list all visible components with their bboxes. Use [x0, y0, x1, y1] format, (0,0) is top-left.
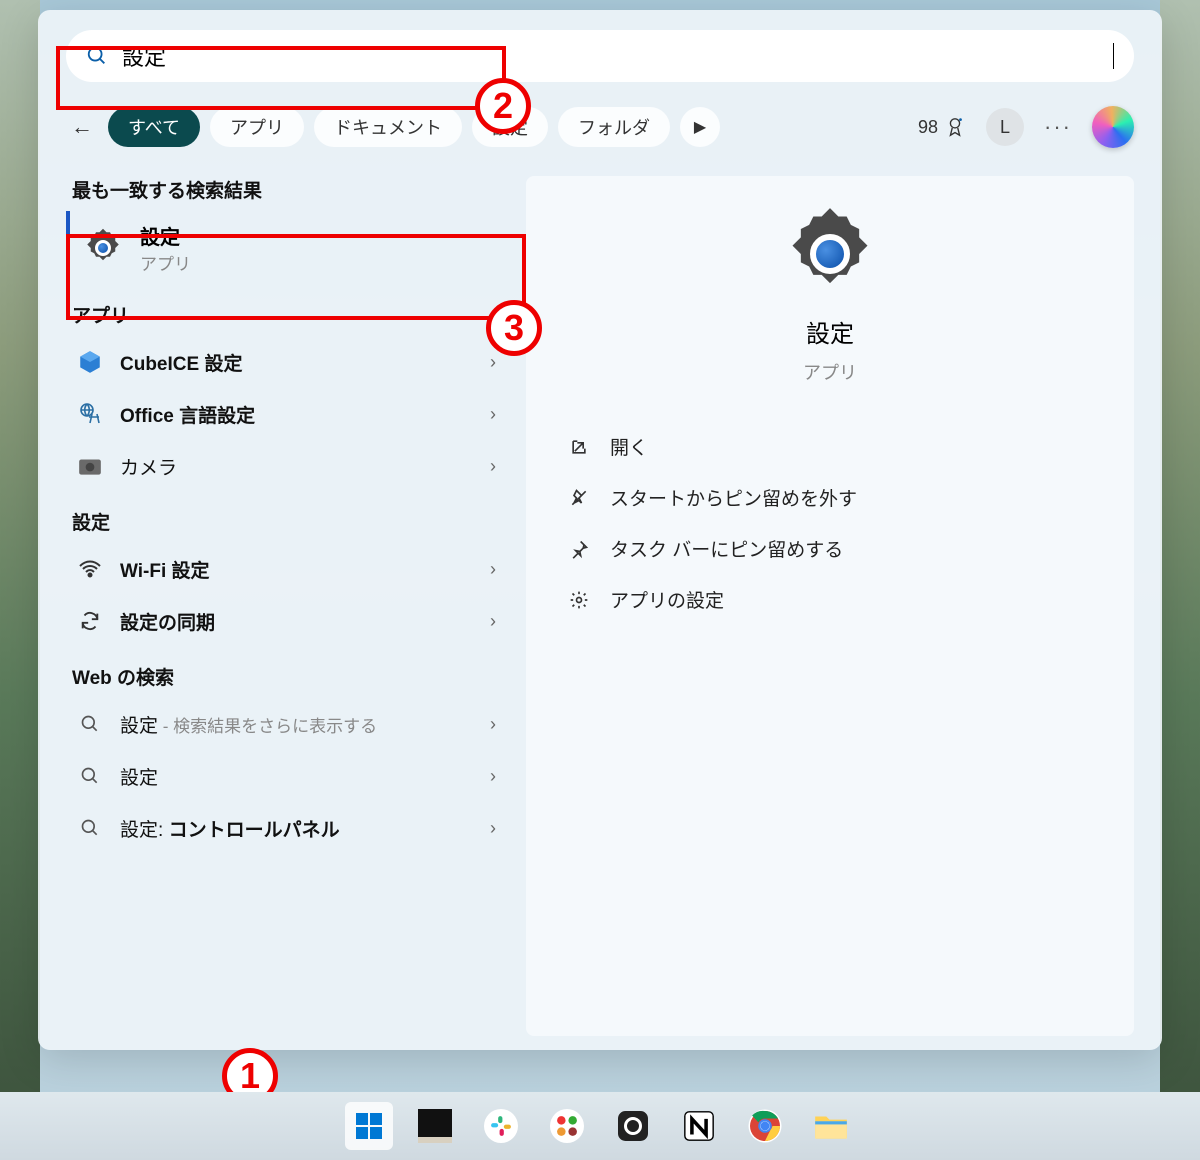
web-result-more[interactable]: 設定 - 検索結果をさらに表示する ›	[66, 698, 506, 750]
section-settings: 設定	[72, 508, 506, 535]
taskbar-chrome[interactable]	[741, 1102, 789, 1150]
back-button[interactable]: ←	[66, 111, 98, 143]
chevron-right-icon: ›	[490, 456, 496, 477]
search-box[interactable]: 設定	[66, 30, 1134, 82]
start-search-panel: 設定 ← すべて アプリ ドキュメント 設定 フォルダ ▶ 98 L ··· 最…	[38, 10, 1162, 1050]
start-button[interactable]	[345, 1102, 393, 1150]
open-icon	[568, 436, 590, 458]
text-caret	[1113, 43, 1114, 69]
best-match-item[interactable]: 設定 アプリ	[66, 211, 506, 285]
language-icon	[76, 400, 104, 428]
search-icon	[76, 814, 104, 842]
detail-title: 設定	[806, 314, 854, 349]
section-best-match: 最も一致する検索結果	[72, 176, 506, 203]
chevron-right-icon: ›	[490, 559, 496, 580]
wifi-icon	[76, 555, 104, 583]
chevron-right-icon: ›	[490, 404, 496, 425]
chevron-right-icon: ›	[490, 611, 496, 632]
best-match-sub: アプリ	[140, 250, 191, 275]
wallpaper-right	[1160, 0, 1200, 1160]
more-button[interactable]: ···	[1044, 114, 1072, 140]
action-pin-taskbar[interactable]: タスク バーにピン留めする	[546, 523, 1114, 574]
copilot-button[interactable]	[1092, 106, 1134, 148]
camera-icon	[76, 452, 104, 480]
sync-icon	[76, 607, 104, 635]
taskbar-app-1[interactable]	[411, 1102, 459, 1150]
action-unpin-start[interactable]: スタートからピン留めを外す	[546, 472, 1114, 523]
section-apps: アプリ	[72, 301, 506, 328]
filter-settings[interactable]: 設定	[472, 107, 548, 147]
search-icon	[86, 45, 108, 67]
action-app-settings[interactable]: アプリの設定	[546, 574, 1114, 625]
setting-sync[interactable]: 設定の同期 ›	[66, 595, 506, 647]
user-avatar[interactable]: L	[986, 108, 1024, 146]
app-result-cubeice[interactable]: CubeICE 設定 ›	[66, 336, 506, 388]
filter-folders[interactable]: フォルダ	[558, 107, 670, 147]
rewards-points[interactable]: 98	[918, 116, 966, 138]
rewards-icon	[944, 116, 966, 138]
taskbar-slack[interactable]	[477, 1102, 525, 1150]
chevron-right-icon: ›	[490, 714, 496, 735]
settings-icon	[780, 204, 880, 304]
taskbar-app-3[interactable]	[543, 1102, 591, 1150]
search-icon	[76, 710, 104, 738]
pin-icon	[568, 538, 590, 560]
chevron-right-icon: ›	[490, 818, 496, 839]
settings-icon	[82, 227, 124, 269]
search-icon	[76, 762, 104, 790]
search-input[interactable]: 設定	[122, 40, 1099, 72]
best-match-title: 設定	[140, 221, 191, 250]
filter-documents[interactable]: ドキュメント	[314, 107, 462, 147]
detail-pane: 設定 アプリ 開く スタートからピン留めを外す タスク バーにピン留めする アプ…	[526, 176, 1134, 1036]
taskbar-app-4[interactable]	[609, 1102, 657, 1150]
chevron-right-icon: ›	[490, 766, 496, 787]
results-list: 最も一致する検索結果 設定 アプリ アプリ CubeICE 設定 › Off	[66, 176, 506, 1036]
wallpaper-left	[0, 0, 40, 1160]
web-result-settei[interactable]: 設定 ›	[66, 750, 506, 802]
action-open[interactable]: 開く	[546, 421, 1114, 472]
taskbar-explorer[interactable]	[807, 1102, 855, 1150]
cube-icon	[76, 348, 104, 376]
web-result-control-panel[interactable]: 設定: コントロールパネル ›	[66, 802, 506, 854]
app-result-office-lang[interactable]: Office 言語設定 ›	[66, 388, 506, 440]
section-web: Web の検索	[72, 663, 506, 690]
detail-sub: アプリ	[803, 359, 857, 385]
chevron-right-icon: ›	[490, 352, 496, 373]
gear-icon	[568, 589, 590, 611]
filter-apps[interactable]: アプリ	[210, 107, 304, 147]
unpin-icon	[568, 487, 590, 509]
setting-wifi[interactable]: Wi-Fi 設定 ›	[66, 543, 506, 595]
taskbar-notion[interactable]	[675, 1102, 723, 1150]
taskbar	[0, 1092, 1200, 1160]
filter-all[interactable]: すべて	[108, 107, 200, 147]
filter-more[interactable]: ▶	[680, 107, 720, 147]
app-result-camera[interactable]: カメラ ›	[66, 440, 506, 492]
